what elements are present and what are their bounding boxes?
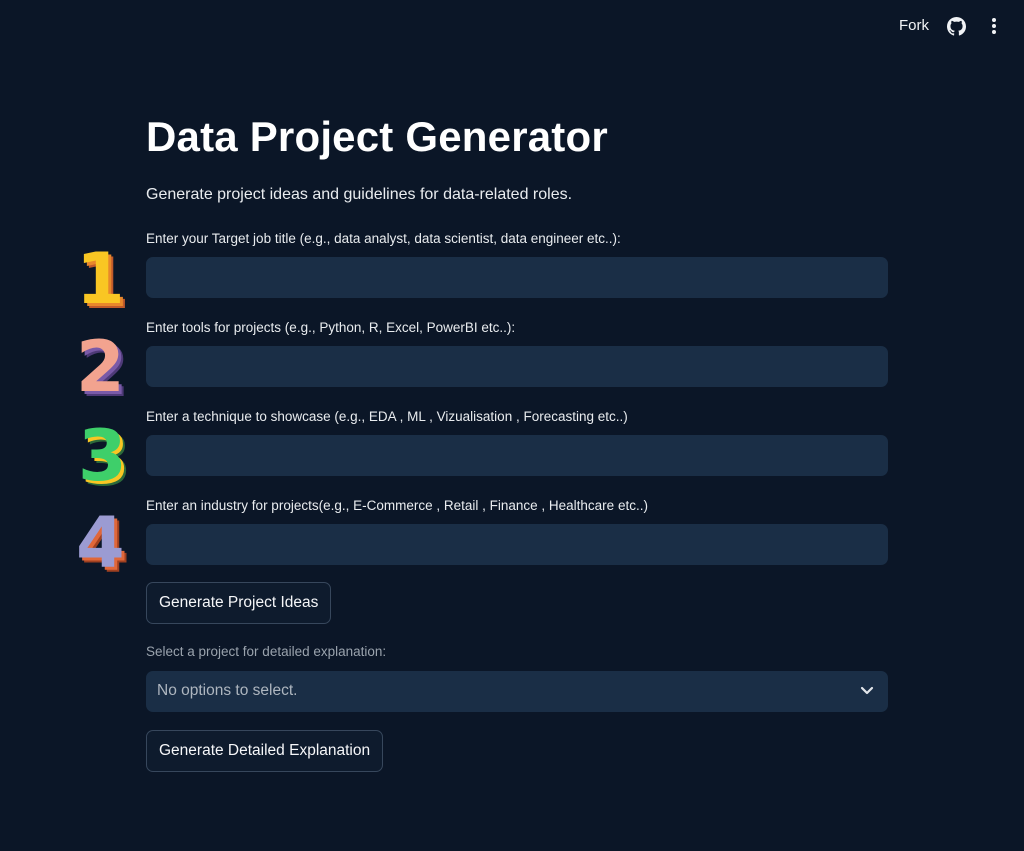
technique-input[interactable] <box>146 435 888 476</box>
fork-link[interactable]: Fork <box>899 17 929 34</box>
step-number-2: 2 <box>76 326 125 408</box>
generate-detailed-explanation-button[interactable]: Generate Detailed Explanation <box>146 730 384 772</box>
page-title: Data Project Generator <box>146 113 608 160</box>
tools-input[interactable] <box>146 346 888 387</box>
job-title-input[interactable] <box>146 257 888 298</box>
step-number-3: 3 <box>78 415 127 497</box>
app-root: Fork 1 2 3 4 Data Project Generator Gene… <box>0 0 1024 851</box>
tools-label: Enter tools for projects (e.g., Python, … <box>146 320 516 335</box>
more-vertical-icon[interactable] <box>985 16 1003 36</box>
generate-project-ideas-button[interactable]: Generate Project Ideas <box>146 582 332 624</box>
step-number-1: 1 <box>76 238 125 320</box>
project-select-label: Select a project for detailed explanatio… <box>146 644 387 659</box>
page-subtitle: Generate project ideas and guidelines fo… <box>146 186 573 203</box>
job-title-label: Enter your Target job title (e.g., data … <box>146 231 621 246</box>
header: Fork <box>0 0 1024 52</box>
industry-input[interactable] <box>146 524 888 565</box>
step-number-4: 4 <box>76 502 125 584</box>
project-select-value: No options to select. <box>157 682 298 699</box>
project-select[interactable]: No options to select. <box>146 671 888 712</box>
technique-label: Enter a technique to showcase (e.g., EDA… <box>146 409 628 424</box>
github-icon[interactable] <box>947 17 966 36</box>
chevron-down-icon <box>860 686 874 695</box>
industry-label: Enter an industry for projects(e.g., E-C… <box>146 498 648 513</box>
